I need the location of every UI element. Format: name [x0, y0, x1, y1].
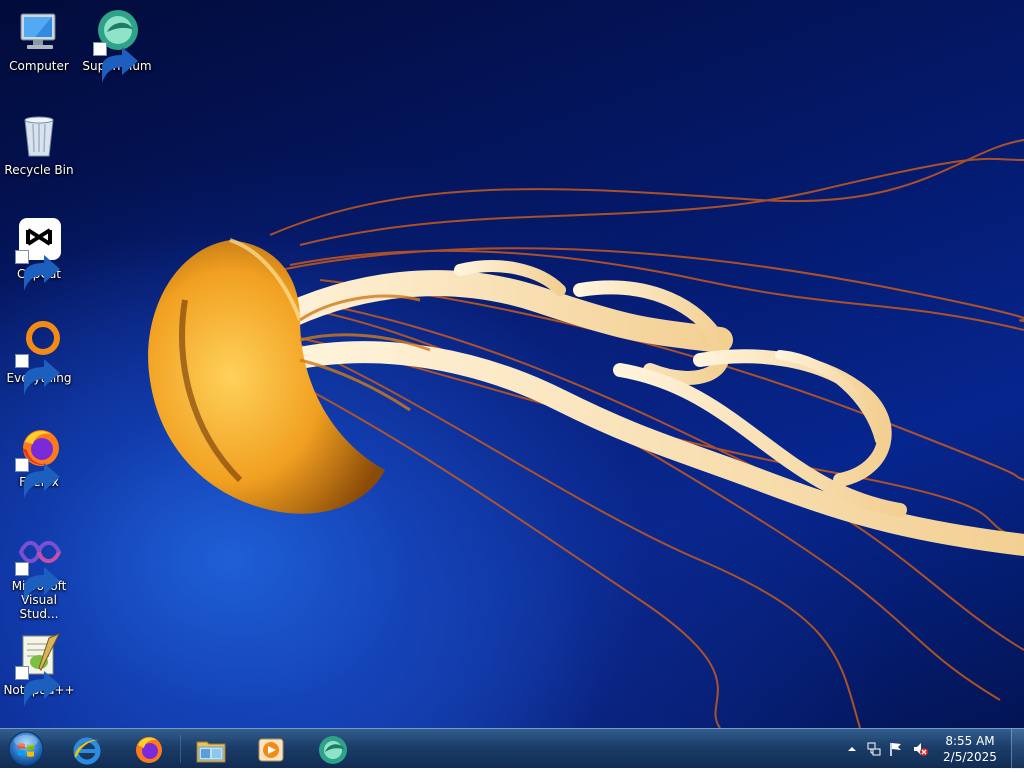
taskbar: 8:55 AM 2/5/2025	[0, 728, 1024, 769]
windows-logo-icon	[8, 731, 44, 767]
taskbar-internet-explorer[interactable]	[60, 731, 114, 767]
firefox-icon	[15, 424, 63, 499]
shortcut-arrow-icon	[15, 562, 60, 603]
notepad-plus-plus-icon	[15, 632, 63, 707]
desktop-icon-label: Computer	[9, 59, 69, 73]
clock-time: 8:55 AM	[945, 734, 995, 748]
clock-date: 2/5/2025	[943, 750, 997, 764]
jellyfish-wallpaper	[148, 139, 1024, 728]
clock[interactable]: 8:55 AM 2/5/2025	[940, 733, 1000, 765]
show-desktop-button[interactable]	[1011, 729, 1024, 769]
volume-muted-icon[interactable]	[912, 741, 928, 757]
capcut-icon	[15, 216, 63, 291]
folder-icon	[196, 741, 226, 763]
desktop-icon-everything[interactable]: Everything	[1, 320, 77, 395]
desktop-icon-label: Recycle Bin	[4, 163, 74, 177]
desktop-icon-visual-studio[interactable]: Microsoft Visual Stud...	[1, 528, 77, 621]
taskbar-firefox[interactable]	[122, 731, 176, 767]
shortcut-arrow-icon	[15, 666, 60, 707]
system-tray: 8:55 AM 2/5/2025	[840, 729, 1014, 769]
shortcut-arrow-icon	[93, 42, 138, 83]
taskbar-supermium[interactable]	[306, 731, 360, 767]
internet-explorer-icon	[73, 737, 101, 765]
desktop-icon-capcut[interactable]: CapCut	[1, 216, 77, 291]
computer-icon	[15, 8, 63, 56]
desktop-icon-recycle-bin[interactable]: Recycle Bin	[1, 112, 77, 177]
taskbar-media-player[interactable]	[244, 731, 298, 767]
desktop-icon-supermium[interactable]: Supermium	[79, 8, 155, 83]
desktop[interactable]: Computer Supermium Recycle Bin CapCut Ev…	[0, 0, 1024, 728]
everything-icon	[15, 320, 63, 395]
recycle-bin-icon	[15, 112, 63, 160]
taskbar-file-explorer[interactable]	[184, 731, 238, 767]
desktop-icon-firefox[interactable]: Firefox	[1, 424, 77, 499]
supermium-icon	[93, 8, 141, 83]
desktop-icon-notepad-plus-plus[interactable]: Notepad++	[1, 632, 77, 707]
network-icon[interactable]	[866, 741, 882, 757]
media-player-icon	[258, 738, 284, 762]
shortcut-arrow-icon	[15, 250, 60, 291]
visual-studio-icon	[15, 528, 63, 603]
shortcut-arrow-icon	[15, 354, 60, 395]
supermium-icon	[319, 736, 347, 764]
show-hidden-icons-icon[interactable]	[844, 741, 860, 757]
taskbar-separator	[180, 735, 181, 763]
start-button[interactable]	[6, 730, 46, 768]
firefox-icon	[136, 737, 162, 763]
desktop-icon-computer[interactable]: Computer	[1, 8, 77, 73]
action-center-flag-icon[interactable]	[888, 741, 904, 757]
shortcut-arrow-icon	[15, 458, 60, 499]
